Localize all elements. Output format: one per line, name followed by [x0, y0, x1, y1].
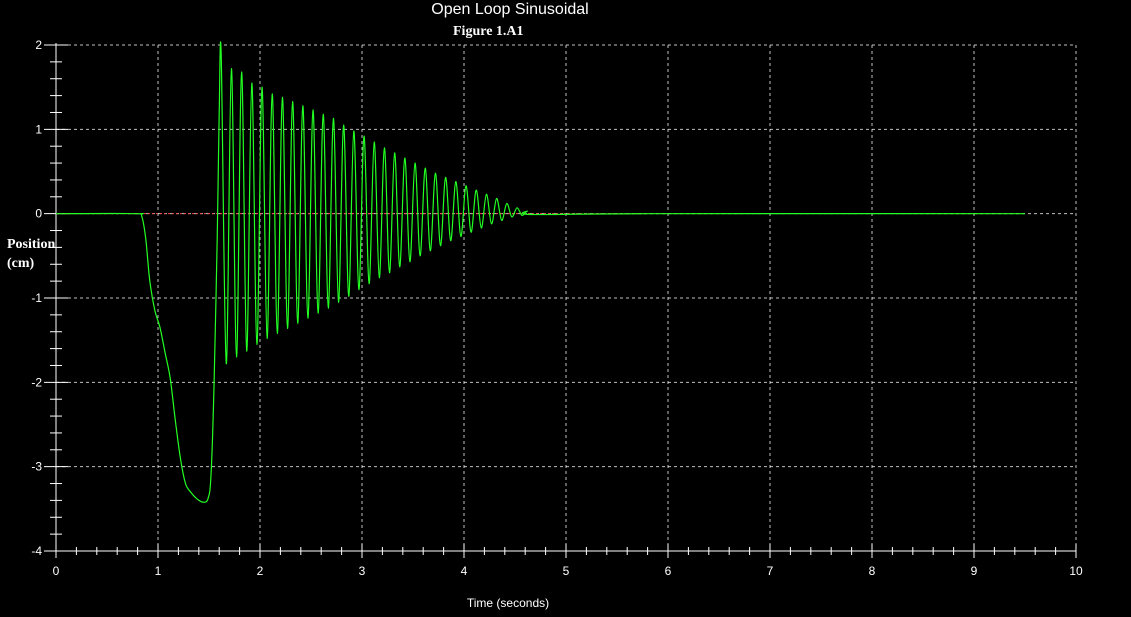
x-axis-label: Time (seconds)	[466, 596, 550, 610]
y-axis-label-line1: Position	[7, 237, 56, 252]
series-line-position	[55, 41, 1026, 503]
x-tick-label: 6	[665, 564, 672, 578]
x-tick-label: 8	[869, 564, 876, 578]
x-tick-label: 9	[971, 564, 978, 578]
y-tick-label: 1	[35, 122, 42, 136]
x-tick-label: 3	[359, 564, 366, 578]
grid	[56, 44, 1077, 551]
chart: 0 1 2 3 4 5 6 7 8 9 10 -4 -3 -2 -1 0 1 2	[31, 38, 1083, 578]
y-tick-label: 0	[35, 207, 42, 221]
x-tick-label: 1	[155, 564, 162, 578]
plot-area	[55, 41, 1026, 503]
y-tick-label: -1	[31, 291, 42, 305]
x-tick-label: 7	[767, 564, 774, 578]
x-tick-label: 10	[1069, 564, 1083, 578]
x-tick-label: 0	[53, 564, 60, 578]
axes	[44, 43, 1077, 558]
x-tick-label: 4	[461, 564, 468, 578]
y-tick-label: 2	[35, 38, 42, 52]
tick-labels: 0 1 2 3 4 5 6 7 8 9 10 -4 -3 -2 -1 0 1 2	[31, 38, 1083, 578]
y-tick-label: -4	[31, 544, 42, 558]
y-tick-label: -2	[31, 375, 42, 389]
x-tick-label: 2	[257, 564, 264, 578]
y-tick-label: -3	[31, 460, 42, 474]
y-axis-label: Position (cm)	[7, 235, 67, 273]
chart-title: Open Loop Sinusoidal	[431, 1, 589, 18]
chart-subtitle: Figure 1.A1	[453, 24, 524, 39]
y-axis-label-line2: (cm)	[7, 256, 35, 271]
x-tick-label: 5	[563, 564, 570, 578]
